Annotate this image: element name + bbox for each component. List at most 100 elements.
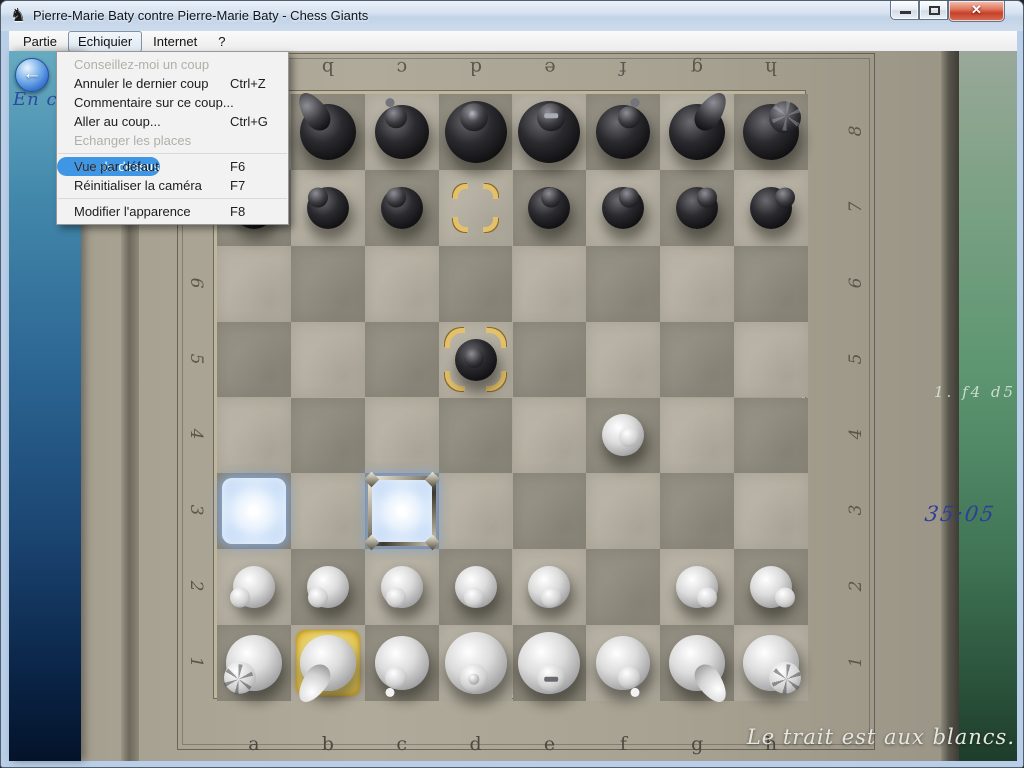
piece-black-pawn-h7[interactable] (750, 187, 792, 229)
piece-black-pawn-g7[interactable] (676, 187, 718, 229)
square-b6[interactable] (291, 246, 365, 322)
piece-head (775, 588, 795, 608)
square-h4[interactable] (734, 398, 808, 474)
square-e6[interactable] (513, 246, 587, 322)
maximize-button[interactable] (919, 1, 948, 20)
square-f2[interactable] (586, 549, 660, 625)
square-d3[interactable] (439, 473, 513, 549)
back-button[interactable]: ← (15, 58, 49, 92)
square-h5[interactable] (734, 322, 808, 398)
square-e5[interactable] (513, 322, 587, 398)
piece-white-bishop-c1[interactable] (375, 636, 429, 690)
piece-black-knight-b8[interactable] (300, 104, 356, 160)
rank-label-4-right: 4 (846, 423, 866, 445)
menu-item-label: Vue par défaut (74, 159, 159, 174)
square-a6[interactable] (217, 246, 291, 322)
rank-label-5-left: 5 (186, 348, 206, 370)
square-h6[interactable] (734, 246, 808, 322)
menu-item-7[interactable]: Vue par défautF6 (57, 157, 288, 176)
piece-white-pawn-b2[interactable] (307, 566, 349, 608)
menu-item-label: Modifier l'apparence (74, 204, 191, 219)
square-c6[interactable] (365, 246, 439, 322)
file-label-a-bottom: a (217, 733, 291, 755)
piece-white-knight-b1[interactable] (300, 635, 356, 691)
piece-black-bishop-f8[interactable] (596, 105, 650, 159)
square-b5[interactable] (291, 322, 365, 398)
piece-white-rook-a1[interactable] (226, 635, 282, 691)
turn-status: Le trait est aux blancs. (747, 725, 1015, 749)
menu-item-10[interactable]: Modifier l'apparenceF8 (57, 202, 288, 221)
table-edge (941, 51, 959, 761)
piece-black-pawn-b7[interactable] (307, 187, 349, 229)
piece-white-pawn-h2[interactable] (750, 566, 792, 608)
piece-white-bishop-f1[interactable] (596, 636, 650, 690)
menu-item-1[interactable]: Annuler le dernier coupCtrl+Z (57, 74, 288, 93)
menubar-item-partie[interactable]: Partie (13, 31, 67, 52)
rank-label-3-left: 3 (186, 499, 206, 521)
square-g4[interactable] (660, 398, 734, 474)
menubar-item-echiquier[interactable]: Echiquier (68, 31, 142, 52)
highlight-move-glow-a3[interactable] (222, 478, 286, 544)
piece-white-knight-g1[interactable] (669, 635, 725, 691)
menubar-item-internet[interactable]: Internet (143, 31, 207, 52)
piece-white-rook-h1[interactable] (743, 635, 799, 691)
square-f5[interactable] (586, 322, 660, 398)
piece-black-rook-h8[interactable] (743, 104, 799, 160)
piece-head (308, 588, 328, 608)
square-f6[interactable] (586, 246, 660, 322)
move-marker-d7 (453, 184, 499, 232)
menu-item-3[interactable]: Aller au coup...Ctrl+G (57, 112, 288, 131)
file-label-e-bottom: e (513, 733, 587, 755)
close-button[interactable]: ✕ (948, 1, 1005, 22)
piece-white-queen-d1[interactable] (445, 632, 507, 694)
square-f3[interactable] (586, 473, 660, 549)
square-c5[interactable] (365, 322, 439, 398)
piece-black-knight-g8[interactable] (669, 104, 725, 160)
piece-head (775, 187, 795, 207)
menubar-item-aide[interactable]: ? (208, 31, 235, 52)
rank-label-5-right: 5 (846, 348, 866, 370)
square-e3[interactable] (513, 473, 587, 549)
piece-black-pawn-c7[interactable] (381, 187, 423, 229)
square-h3[interactable] (734, 473, 808, 549)
piece-black-king-e8[interactable] (518, 101, 580, 163)
piece-black-queen-d8[interactable] (445, 101, 507, 163)
piece-black-pawn-d5[interactable] (455, 339, 497, 381)
piece-head (308, 187, 328, 207)
square-e4[interactable] (513, 398, 587, 474)
piece-white-pawn-a2[interactable] (233, 566, 275, 608)
square-c4[interactable] (365, 398, 439, 474)
square-b4[interactable] (291, 398, 365, 474)
square-d6[interactable] (439, 246, 513, 322)
menu-item-label: Conseillez-moi un coup (74, 57, 209, 72)
gold-corner-icon (483, 184, 498, 199)
highlight-move-glow-framed-c3[interactable] (368, 476, 436, 546)
square-g3[interactable] (660, 473, 734, 549)
piece-head (697, 187, 717, 207)
square-g6[interactable] (660, 246, 734, 322)
minimize-button[interactable] (890, 1, 919, 20)
square-b3[interactable] (291, 473, 365, 549)
square-a5[interactable] (217, 322, 291, 398)
menu-item-8[interactable]: Réinitialiser la caméraF7 (57, 176, 288, 195)
square-g5[interactable] (660, 322, 734, 398)
gold-corner-icon (453, 184, 468, 199)
piece-white-pawn-c2[interactable] (381, 566, 423, 608)
menu-item-2[interactable]: Commentaire sur ce coup... (57, 93, 288, 112)
square-a4[interactable] (217, 398, 291, 474)
piece-white-pawn-d2[interactable] (455, 566, 497, 608)
piece-top-detail (771, 101, 801, 131)
title-bar[interactable]: ♞ Pierre-Marie Baty contre Pierre-Marie … (1, 1, 1023, 31)
rank-label-7-right: 7 (846, 196, 866, 218)
piece-head (618, 667, 640, 689)
clock: 35:05 (923, 502, 997, 526)
piece-head (386, 187, 406, 207)
piece-black-bishop-c8[interactable] (375, 105, 429, 159)
menu-item-label: Annuler le dernier coup (74, 76, 208, 91)
piece-head (464, 588, 484, 608)
piece-black-pawn-e7[interactable] (528, 187, 570, 229)
piece-head (697, 588, 717, 608)
piece-black-pawn-f7[interactable] (602, 187, 644, 229)
piece-white-pawn-g2[interactable] (676, 566, 718, 608)
square-d4[interactable] (439, 398, 513, 474)
